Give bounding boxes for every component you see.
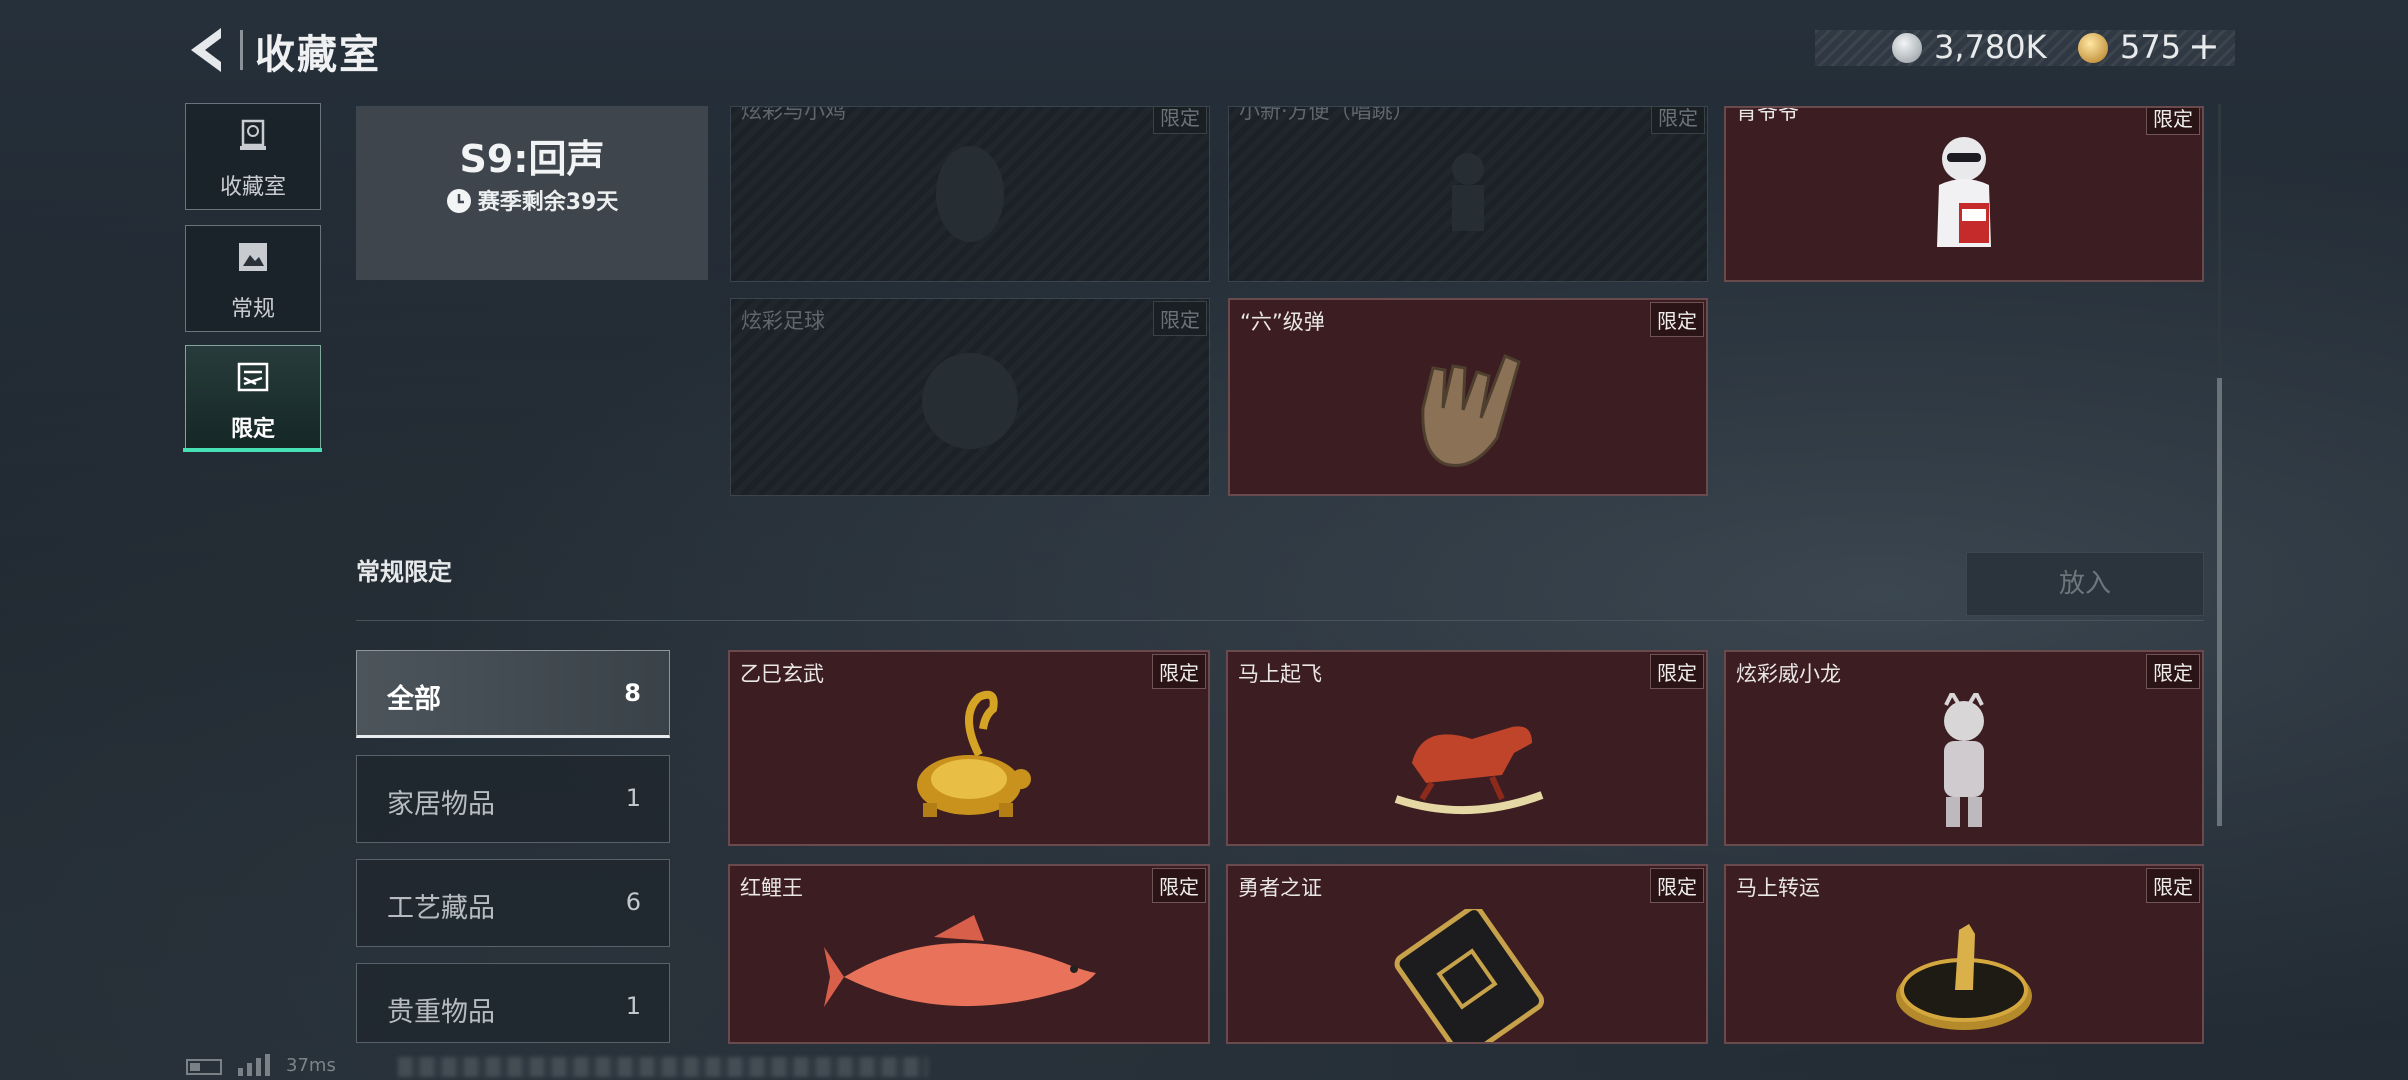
limited-tag: 限定: [2146, 108, 2200, 135]
nav-item-label: 限定: [230, 417, 275, 442]
filter-all[interactable]: 全部 8: [356, 650, 670, 738]
trophy-icon: [240, 119, 266, 150]
item-card[interactable]: 马上起飞 限定: [1226, 650, 1708, 846]
item-name: 乙巳玄武: [740, 662, 824, 686]
gold-coin-amount: 575: [2120, 28, 2182, 66]
item-name: 炫彩与小鸡: [741, 106, 846, 123]
nav-item-regular[interactable]: 常规: [185, 225, 321, 332]
nav-item-limited[interactable]: 限定: [185, 345, 321, 452]
nav-active-indicator: [183, 448, 322, 452]
item-name: 肯爷爷: [1736, 106, 1799, 124]
filter-count: 6: [625, 888, 641, 916]
golden-tortoise-icon: [917, 690, 1031, 817]
filter-home-items[interactable]: 家居物品 1: [356, 755, 670, 843]
filter-label: 全部: [387, 684, 441, 715]
back-arrow-icon[interactable]: [185, 24, 235, 76]
limited-tag: 限定: [1153, 107, 1207, 134]
clock-icon: [446, 189, 471, 213]
item-name: 炫彩威小龙: [1736, 662, 1841, 686]
filter-count: 1: [625, 992, 641, 1020]
filter-label: 贵重物品: [387, 997, 495, 1028]
item-card[interactable]: “六”级弹 限定: [1228, 298, 1708, 496]
item-card[interactable]: 乙巳玄武 限定: [728, 650, 1210, 846]
limited-tag: 限定: [2146, 654, 2200, 689]
limited-tag: 限定: [1650, 302, 1704, 337]
item-card[interactable]: 小新·方便（唱跳） 限定: [1228, 106, 1708, 282]
rocking-horse-icon: [1394, 726, 1544, 815]
item-name: 红鲤王: [740, 876, 803, 900]
carp-fish-icon: [824, 914, 1096, 1007]
add-currency-button[interactable]: +: [2188, 24, 2220, 68]
nav-item-collection[interactable]: 收藏室: [185, 103, 321, 210]
season-remaining: 赛季剩余39天: [356, 184, 708, 216]
item-name: 炫彩足球: [741, 309, 825, 333]
item-card[interactable]: 红鲤王 限定: [728, 864, 1210, 1044]
item-silhouette-icon: [1452, 153, 1484, 231]
section-divider: [356, 620, 2204, 621]
network-latency: 37ms: [286, 1055, 336, 1076]
filter-label: 家居物品: [387, 789, 495, 820]
item-name: 马上转运: [1736, 876, 1820, 900]
item-card[interactable]: 炫彩与小鸡 限定: [730, 106, 1210, 282]
item-name: 小新·方便（唱跳）: [1239, 106, 1414, 123]
filter-label: 工艺藏品: [387, 893, 495, 924]
fortune-wheel-icon: [1896, 924, 2032, 1031]
colonel-figure-icon: [1937, 137, 1991, 247]
football-silhouette-icon: [922, 353, 1018, 449]
title-separator: [240, 30, 243, 70]
picture-icon: [239, 243, 267, 271]
item-card[interactable]: 肯爷爷 限定: [1724, 106, 2204, 282]
page-title: 收藏室: [255, 32, 381, 78]
signal-icon: [238, 1054, 270, 1076]
item-card[interactable]: 炫彩威小龙 限定: [1724, 650, 2204, 846]
limited-tag: 限定: [1650, 868, 1704, 903]
limited-tag: 限定: [1651, 107, 1705, 134]
limited-tag: 限定: [1650, 654, 1704, 689]
item-silhouette-icon: [936, 146, 1004, 242]
limited-icon: [237, 362, 269, 392]
silver-coin-icon: [1892, 33, 1922, 63]
limited-tag: 限定: [1152, 868, 1206, 903]
blurred-info: [398, 1057, 928, 1077]
silver-coin-amount: 3,780K: [1934, 28, 2047, 66]
scrollbar-thumb[interactable]: [2217, 378, 2222, 826]
limited-tag: 限定: [1153, 301, 1207, 336]
season-remaining-text: 赛季剩余39天: [477, 190, 619, 215]
bullet-hand-icon: [1421, 353, 1521, 467]
filter-count: 1: [625, 784, 641, 812]
filter-crafts[interactable]: 工艺藏品 6: [356, 859, 670, 947]
filter-count: 8: [624, 679, 641, 707]
dragon-figure-icon: [1944, 693, 1984, 828]
gold-coin-icon: [2078, 33, 2108, 63]
limited-tag: 限定: [2146, 868, 2200, 903]
item-name: 勇者之证: [1238, 876, 1322, 900]
filter-valuables[interactable]: 贵重物品 1: [356, 963, 670, 1043]
limited-tag: 限定: [1152, 654, 1206, 689]
badge-card-icon: [1394, 908, 1545, 1042]
item-name: 马上起飞: [1238, 662, 1322, 686]
nav-item-label: 收藏室: [219, 175, 286, 200]
section-title: 常规限定: [356, 558, 452, 586]
item-name: “六”级弹: [1240, 310, 1325, 334]
item-card[interactable]: 炫彩足球 限定: [730, 298, 1210, 496]
put-in-button[interactable]: 放入: [1966, 552, 2204, 616]
nav-item-label: 常规: [230, 297, 275, 322]
item-card[interactable]: 勇者之证 限定: [1226, 864, 1708, 1044]
season-name: S9:回声: [459, 137, 605, 181]
battery-icon: [186, 1059, 222, 1075]
item-card[interactable]: 马上转运 限定: [1724, 864, 2204, 1044]
